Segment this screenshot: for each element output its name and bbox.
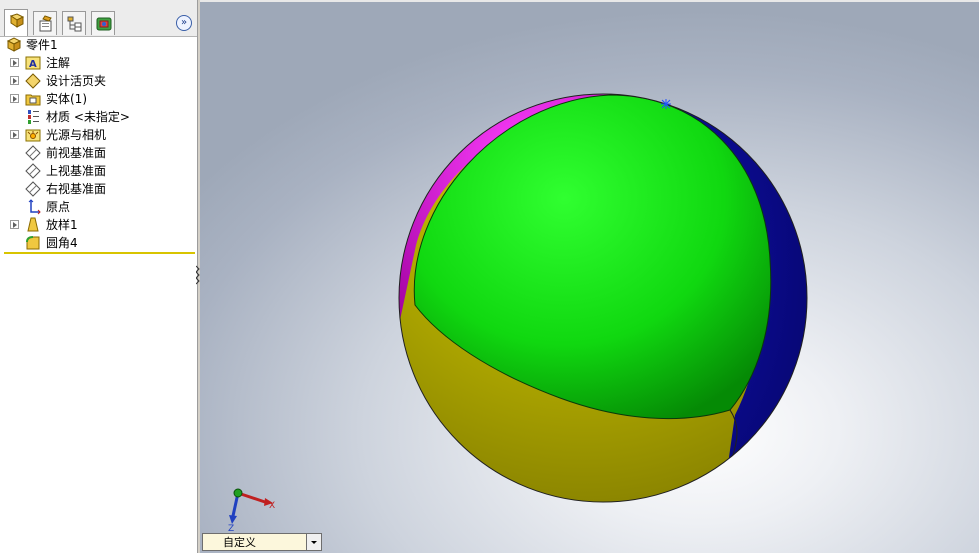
feature-manager-panel: » 零件1 A 注解 设计活页夹 实体(1) 材质 <未指定> 光源与相机 前视…	[0, 0, 198, 553]
sketch-point-marker	[661, 99, 671, 109]
view-orientation-value: 自定义	[223, 536, 256, 549]
annotations-icon: A	[25, 56, 41, 70]
tree-item-solid-bodies[interactable]: 实体(1)	[0, 90, 196, 108]
expand-toggle[interactable]	[10, 76, 19, 85]
expand-toggle[interactable]	[10, 94, 19, 103]
plane-icon	[25, 181, 41, 197]
configuration-manager-icon	[67, 16, 82, 32]
tree-root-label: 零件1	[26, 38, 58, 52]
tree-item-label: 右视基准面	[46, 182, 107, 196]
lights-cameras-icon	[25, 129, 41, 142]
tree-item-label: 光源与相机	[46, 128, 107, 142]
expand-toggle[interactable]	[10, 58, 19, 67]
tree-item-material[interactable]: 材质 <未指定>	[0, 108, 196, 126]
graphics-viewport[interactable]: X Z 自定义	[200, 0, 979, 553]
part-icon	[6, 37, 22, 52]
sphere-model[interactable]	[200, 0, 979, 553]
tree-item-lights-cameras[interactable]: 光源与相机	[0, 126, 196, 144]
tree-item-label: 设计活页夹	[46, 74, 107, 88]
expand-toggle[interactable]	[10, 220, 19, 229]
tree-item-label: 原点	[46, 200, 71, 214]
expand-toggle[interactable]	[10, 130, 19, 139]
plane-icon	[25, 145, 41, 161]
tab-configuration-manager[interactable]	[62, 11, 86, 35]
property-manager-icon	[39, 15, 52, 32]
tree-item-label: 前视基准面	[46, 146, 107, 160]
tree-item-label: 圆角4	[46, 236, 78, 250]
design-binder-icon	[25, 73, 41, 89]
tree-item-right-plane[interactable]: 右视基准面	[0, 180, 196, 198]
loft-icon	[27, 217, 39, 232]
tree-item-design-binder[interactable]: 设计活页夹	[0, 72, 196, 90]
svg-text:A: A	[29, 59, 37, 70]
feature-manager-icon	[9, 13, 25, 28]
solid-bodies-icon	[25, 94, 41, 106]
tree-item-top-plane[interactable]: 上视基准面	[0, 162, 196, 180]
tab-property-manager[interactable]	[33, 11, 57, 35]
tree-item-label: 材质 <未指定>	[46, 110, 130, 124]
reference-triad: X Z	[228, 488, 275, 534]
fillet-icon	[26, 236, 40, 250]
expand-panel-button[interactable]: »	[176, 15, 192, 31]
tree-item-fillet[interactable]: 圆角4	[0, 234, 196, 252]
display-manager-icon	[96, 17, 112, 31]
tree-item-origin[interactable]: 原点	[0, 198, 196, 216]
material-icon	[28, 110, 39, 124]
tab-feature-manager[interactable]	[4, 9, 28, 36]
tree-item-loft[interactable]: 放样1	[0, 216, 196, 234]
origin-icon	[28, 199, 41, 215]
view-orientation-select[interactable]: 自定义	[202, 533, 322, 551]
tree-root-part[interactable]: 零件1	[0, 36, 196, 54]
tab-display-manager[interactable]	[91, 11, 115, 35]
triad-x-label: X	[269, 501, 275, 511]
chevron-down-icon[interactable]	[306, 534, 321, 550]
rollback-bar[interactable]	[4, 252, 195, 254]
panel-tab-bar: »	[0, 0, 197, 37]
tree-item-label: 上视基准面	[46, 164, 107, 178]
plane-icon	[25, 163, 41, 179]
tree-item-front-plane[interactable]: 前视基准面	[0, 144, 196, 162]
tree-item-label: 注解	[46, 56, 71, 70]
tree-item-annotations[interactable]: A 注解	[0, 54, 196, 72]
tree-item-label: 放样1	[46, 218, 78, 232]
tree-item-label: 实体(1)	[46, 92, 87, 106]
